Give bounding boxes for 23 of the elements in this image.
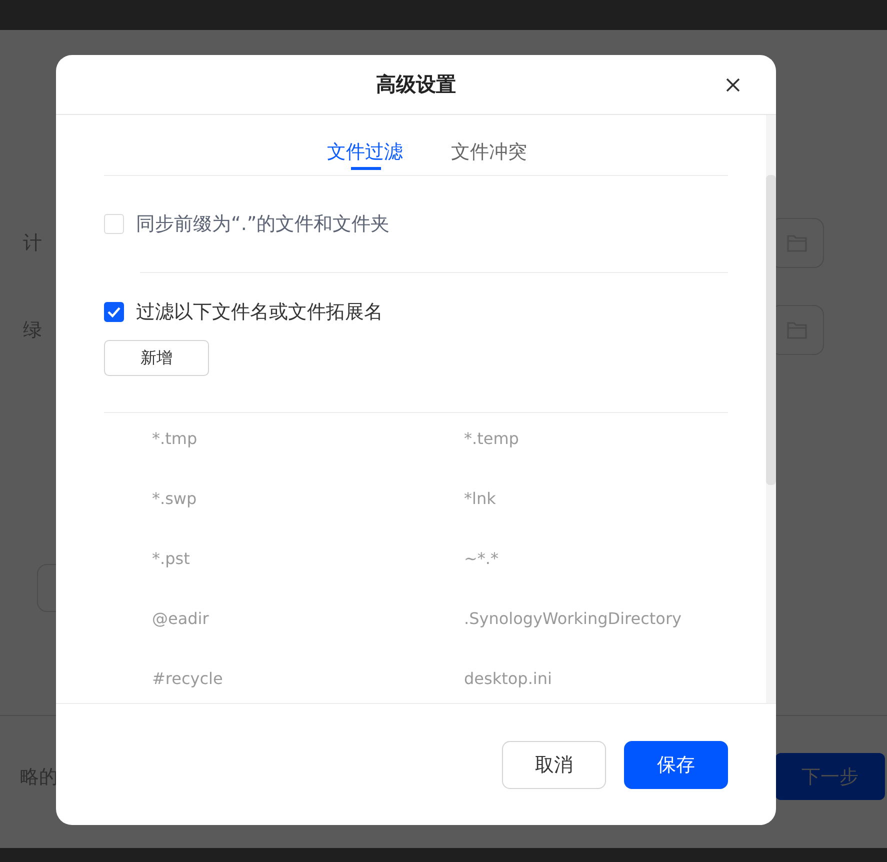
add-button[interactable]: 新增 bbox=[104, 340, 209, 376]
cancel-button[interactable]: 取消 bbox=[502, 741, 606, 789]
option-label: 同步前缀为“.”的文件和文件夹 bbox=[136, 212, 390, 237]
filter-pattern: *.tmp bbox=[152, 429, 198, 448]
filter-pattern: @eadir bbox=[152, 609, 209, 628]
tab[interactable]: 文件冲突 bbox=[451, 115, 527, 175]
tab[interactable]: 文件过滤 bbox=[327, 115, 403, 175]
option-label: 过滤以下文件名或文件拓展名 bbox=[136, 300, 383, 325]
dialog-title: 高级设置 bbox=[376, 71, 456, 98]
checkbox[interactable] bbox=[104, 302, 124, 322]
filter-pattern: *.pst bbox=[152, 549, 190, 568]
filter-pattern: .SynologyWorkingDirectory bbox=[464, 609, 682, 628]
close-icon bbox=[724, 76, 742, 94]
save-button[interactable]: 保存 bbox=[624, 741, 728, 789]
close-button[interactable] bbox=[724, 76, 742, 94]
filter-pattern: #recycle bbox=[152, 669, 223, 688]
scrollbar-thumb[interactable] bbox=[766, 175, 776, 485]
filter-pattern: desktop.ini bbox=[464, 669, 552, 688]
filter-pattern: *lnk bbox=[464, 489, 496, 508]
filter-pattern: *.swp bbox=[152, 489, 197, 508]
check-icon bbox=[107, 306, 121, 318]
filter-pattern: *.temp bbox=[464, 429, 519, 448]
filter-pattern: ~*.* bbox=[464, 549, 498, 568]
